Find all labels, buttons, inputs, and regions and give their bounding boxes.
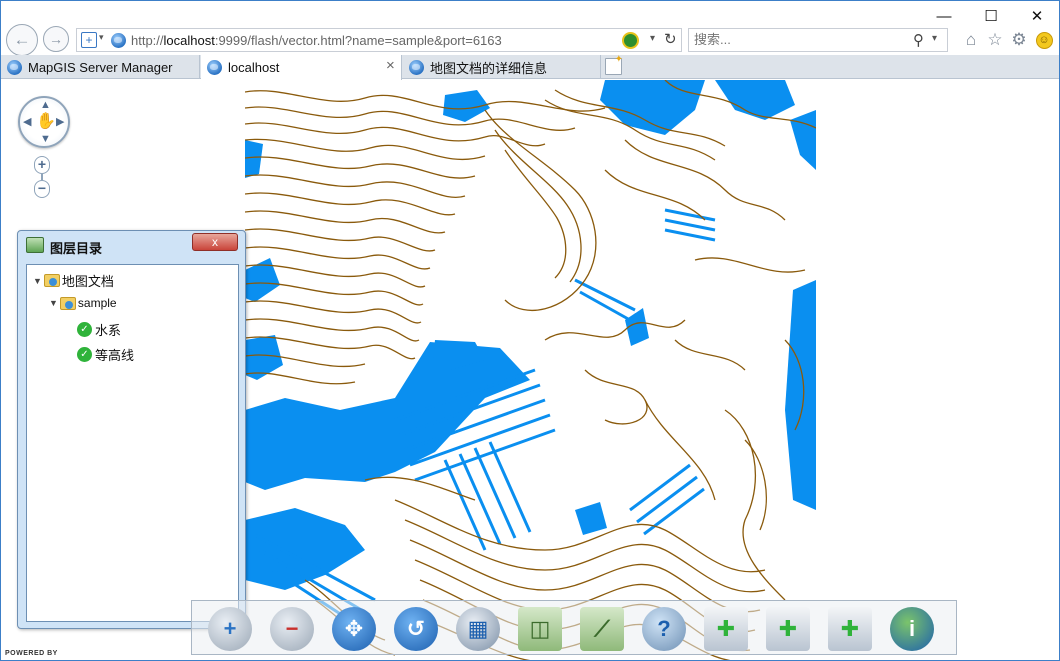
url-text[interactable]: http://localhost:9999/flash/vector.html?…: [131, 33, 502, 48]
map-folder-icon: [59, 296, 76, 310]
site-globe-icon: [111, 33, 126, 48]
pan-down-icon[interactable]: ▼: [40, 134, 51, 145]
tab-close-icon[interactable]: ×: [386, 57, 395, 74]
search-icon[interactable]: ⚲: [913, 31, 924, 49]
pan-left-icon[interactable]: ◀: [23, 117, 31, 128]
pan-control[interactable]: ▲ ▼ ◀ ▶ ✋: [18, 96, 70, 148]
hand-icon: ✋: [36, 113, 56, 130]
zoom-in-button[interactable]: +: [34, 156, 50, 174]
pan-up-icon[interactable]: ▲: [40, 100, 51, 111]
layer-visible-check-icon[interactable]: ✓: [77, 322, 92, 337]
tree-node-map-doc[interactable]: ▼ 地图文档: [33, 271, 114, 290]
refresh-tool-icon[interactable]: ↺: [394, 607, 438, 651]
powered-by-label: POWERED BY: [5, 650, 58, 657]
map-doc-folder-icon: [43, 274, 60, 287]
search-input[interactable]: [694, 32, 894, 47]
back-button[interactable]: ←: [6, 24, 38, 56]
search-dropdown-icon[interactable]: ▾: [932, 33, 937, 44]
vector-map: [245, 80, 816, 660]
tab-globe-icon: [207, 60, 222, 75]
add-area-tool-icon[interactable]: ✚: [828, 607, 872, 651]
address-dropdown-icon[interactable]: ▾: [650, 33, 655, 44]
browser-titlebar: — ☐ ✕ ← → + ▾ http://localhost:9999/flas…: [1, 1, 1059, 56]
compat-view-icon[interactable]: +: [81, 32, 97, 48]
tab-mapgis-server-manager[interactable]: MapGIS Server Manager: [1, 55, 200, 79]
zoom-out-tool-icon[interactable]: −: [270, 607, 314, 651]
browser-window: — ☐ ✕ ← → + ▾ http://localhost:9999/flas…: [0, 0, 1060, 661]
tab-globe-icon: [409, 59, 424, 75]
layer-catalog-panel: 图层目录 x ▼ 地图文档 ▼ sample ✓ 水系 ✓ 等高线: [17, 230, 246, 629]
minimize-button[interactable]: —: [921, 1, 967, 31]
forward-button[interactable]: →: [43, 26, 69, 52]
dropdown-chevron-icon[interactable]: ▾: [99, 32, 104, 43]
page-content: ▲ ▼ ◀ ▶ ✋ + − 图层目录 x ▼ 地图文档 ▼ sample ✓ 水…: [1, 80, 1059, 660]
zoom-in-tool-icon[interactable]: +: [208, 607, 252, 651]
refresh-icon[interactable]: ↻: [664, 30, 677, 48]
layer-catalog-icon: [26, 237, 44, 253]
expand-triangle-icon[interactable]: ▼: [33, 276, 42, 286]
feedback-smiley-icon[interactable]: ☺: [1034, 30, 1054, 50]
new-tab-button[interactable]: ✦: [605, 54, 623, 75]
close-button[interactable]: ✕: [1014, 1, 1059, 31]
tree-node-sample[interactable]: ▼ sample: [49, 296, 117, 310]
new-tab-icon: ✦: [614, 54, 623, 65]
tab-bar: MapGIS Server Manager localhost × 地图文档的详…: [1, 54, 1059, 80]
panel-title: 图层目录: [50, 241, 103, 256]
tab-map-doc-details[interactable]: 地图文档的详细信息: [403, 55, 601, 79]
addon-icon[interactable]: [622, 32, 639, 49]
back-arrow-icon: ←: [13, 30, 31, 49]
panel-close-button[interactable]: x: [192, 233, 238, 251]
layer-tool-icon[interactable]: ▦: [456, 607, 500, 651]
tree-node-layer-contour[interactable]: ✓ 等高线: [77, 345, 134, 364]
layer-tree: ▼ 地图文档 ▼ sample ✓ 水系 ✓ 等高线: [26, 264, 239, 622]
tab-globe-icon: [7, 59, 22, 75]
favorites-star-icon[interactable]: ☆: [985, 30, 1005, 50]
home-icon[interactable]: ⌂: [961, 30, 981, 50]
tree-node-layer-water[interactable]: ✓ 水系: [77, 320, 121, 339]
forward-arrow-icon: →: [49, 31, 63, 47]
tab-localhost[interactable]: localhost ×: [201, 55, 402, 80]
measure-tool-icon[interactable]: ⟋: [580, 607, 624, 651]
zoom-out-button[interactable]: −: [34, 180, 50, 198]
add-point-tool-icon[interactable]: ✚: [704, 607, 748, 651]
map-toolbar: + − ✥ ↺ ▦ ◫ ⟋ ? ✚ ✚ ✚ i: [191, 600, 957, 655]
add-line-tool-icon[interactable]: ✚: [766, 607, 810, 651]
pan-tool-icon[interactable]: ✥: [332, 607, 376, 651]
address-bar[interactable]: + ▾ http://localhost:9999/flash/vector.h…: [76, 28, 682, 52]
settings-gear-icon[interactable]: ⚙: [1009, 30, 1029, 50]
map-tool-icon[interactable]: ◫: [518, 607, 562, 651]
search-box[interactable]: ⚲ ▾: [688, 28, 948, 52]
layer-visible-check-icon[interactable]: ✓: [77, 347, 92, 362]
pan-right-icon[interactable]: ▶: [56, 117, 64, 128]
map-canvas[interactable]: [245, 80, 816, 660]
expand-triangle-icon[interactable]: ▼: [49, 298, 58, 308]
maximize-button[interactable]: ☐: [968, 1, 1014, 31]
query-tool-icon[interactable]: ?: [642, 607, 686, 651]
info-tool-icon[interactable]: i: [890, 607, 934, 651]
